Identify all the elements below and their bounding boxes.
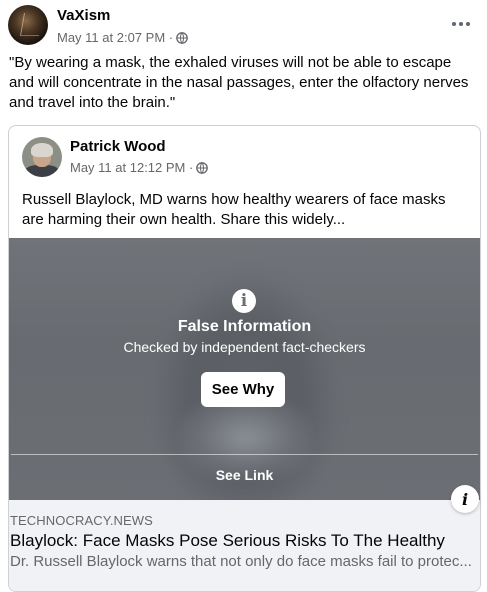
more-options-button[interactable] [449, 12, 473, 36]
post-author-name[interactable]: VaXism [57, 7, 110, 24]
see-why-button[interactable]: See Why [201, 372, 285, 407]
page-avatar[interactable] [8, 5, 48, 45]
shared-author-avatar[interactable] [22, 137, 62, 177]
false-info-title: False Information [177, 318, 312, 335]
shared-timestamp[interactable]: May 11 at 12:12 PM · [70, 160, 193, 175]
shared-author-name[interactable]: Patrick Wood [70, 138, 166, 155]
globe-icon [196, 161, 209, 174]
shared-post-card[interactable]: Patrick Wood May 11 at 12:12 PM · Russel… [8, 125, 481, 592]
shared-post-text: Russell Blaylock, MD warns how healthy w… [22, 191, 446, 228]
post-meta: May 11 at 2:07 PM · [57, 30, 188, 45]
shared-post-meta: May 11 at 12:12 PM · [70, 160, 209, 175]
blurred-mask [181, 398, 311, 478]
post-header: VaXism May 11 at 2:07 PM · [0, 0, 487, 52]
context-info-button[interactable]: i [451, 485, 479, 513]
link-description: Dr. Russell Blaylock warns that not only… [10, 553, 472, 570]
link-title[interactable]: Blaylock: Face Masks Pose Serious Risks … [10, 531, 445, 551]
dot-icon [452, 22, 456, 26]
post-text: "By wearing a mask, the exhaled viruses … [9, 54, 469, 111]
divider [11, 454, 478, 455]
dot-icon [459, 22, 463, 26]
post-timestamp[interactable]: May 11 at 2:07 PM · [57, 30, 173, 45]
false-info-subtitle: Checked by independent fact-checkers [123, 339, 366, 355]
dot-icon [466, 22, 470, 26]
globe-icon [176, 31, 188, 44]
see-link-button[interactable]: See Link [9, 467, 480, 483]
false-info-overlay: i False Information Checked by independe… [9, 238, 480, 500]
link-domain: TECHNOCRACY.NEWS [10, 513, 153, 528]
info-icon: i [232, 289, 256, 313]
link-preview[interactable]: TECHNOCRACY.NEWS Blaylock: Face Masks Po… [9, 500, 480, 591]
